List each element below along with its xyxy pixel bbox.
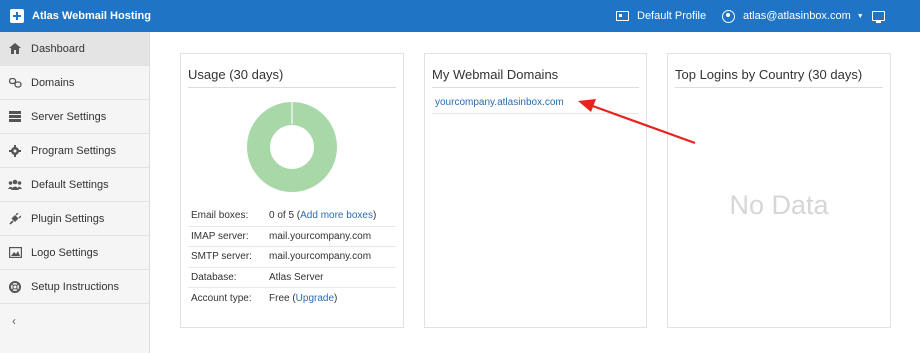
profile-label: Default Profile: [637, 10, 707, 22]
user-icon: [722, 9, 735, 23]
sidebar-item-label: Program Settings: [31, 144, 116, 157]
display-mode-button[interactable]: [872, 0, 885, 32]
gear-icon: [8, 144, 22, 158]
add-more-boxes-link[interactable]: Add more boxes: [300, 210, 373, 221]
account-type-value: Free (Upgrade): [269, 293, 337, 304]
sidebar-item-dashboard[interactable]: Dashboard: [0, 32, 149, 66]
email-boxes-value: 0 of 5 (Add more boxes): [269, 210, 376, 221]
table-row: Email boxes: 0 of 5 (Add more boxes): [188, 206, 396, 227]
logins-panel-title: Top Logins by Country (30 days): [675, 67, 863, 82]
lifebuoy-icon: [8, 280, 22, 294]
usage-info-table: Email boxes: 0 of 5 (Add more boxes) IMA…: [188, 206, 396, 309]
sidebar-collapse-button[interactable]: ‹: [0, 304, 149, 338]
account-menu[interactable]: atlas@atlasinbox.com ▼: [722, 0, 864, 32]
account-email: atlas@atlasinbox.com: [743, 10, 851, 22]
domain-link[interactable]: yourcompany.atlasinbox.com: [435, 97, 564, 108]
divider: [188, 87, 396, 88]
annotation-arrow: [578, 99, 696, 145]
id-card-icon: [616, 11, 629, 21]
database-value: Atlas Server: [269, 271, 324, 283]
sidebar-item-label: Logo Settings: [31, 246, 99, 259]
plus-logo-icon: [10, 9, 24, 23]
usage-donut-chart: [247, 102, 337, 192]
smtp-server-label: SMTP server:: [191, 251, 252, 263]
sidebar-item-label: Plugin Settings: [31, 212, 105, 225]
account-type-label: Account type:: [191, 292, 252, 304]
paren-close: ): [372, 210, 377, 222]
imap-server-value: mail.yourcompany.com: [269, 230, 372, 242]
database-label: Database:: [191, 271, 237, 283]
brand[interactable]: Atlas Webmail Hosting: [10, 0, 151, 32]
arrow-shaft: [589, 103, 696, 145]
no-data-message: No Data: [729, 190, 829, 220]
monitor-icon: [872, 11, 885, 23]
divider: [675, 87, 883, 88]
sidebar-item-plugin-settings[interactable]: Plugin Settings: [0, 202, 149, 236]
sidebar: Dashboard Domains Server Settings Progra…: [0, 32, 150, 353]
sidebar-item-logo-settings[interactable]: Logo Settings: [0, 236, 149, 270]
email-boxes-label: Email boxes:: [191, 210, 249, 222]
sidebar-item-program-settings[interactable]: Program Settings: [0, 134, 149, 168]
image-icon: [8, 246, 22, 260]
sidebar-item-label: Server Settings: [31, 110, 107, 123]
top-logins-panel: Top Logins by Country (30 days) No Data: [667, 53, 891, 328]
sidebar-item-label: Domains: [31, 76, 75, 89]
usage-panel-title: Usage (30 days): [188, 67, 284, 82]
sidebar-item-label: Setup Instructions: [31, 280, 120, 293]
sidebar-item-default-settings[interactable]: Default Settings: [0, 168, 149, 202]
caret-down-icon: ▼: [856, 12, 864, 20]
paren-close: ): [334, 292, 338, 304]
chevron-left-icon: ‹: [12, 314, 16, 328]
sidebar-item-server-settings[interactable]: Server Settings: [0, 100, 149, 134]
users-icon: [8, 178, 22, 192]
table-row: SMTP server: mail.yourcompany.com: [188, 247, 396, 268]
smtp-server-value: mail.yourcompany.com: [269, 251, 372, 263]
email-boxes-count: 0 of 5 (: [269, 210, 301, 222]
server-icon: [8, 110, 22, 124]
table-row: Account type: Free (Upgrade): [188, 288, 396, 309]
link-icon: [8, 76, 22, 90]
top-bar: Atlas Webmail Hosting Default Profile at…: [0, 0, 920, 32]
arrow-head: [578, 99, 596, 112]
plug-icon: [8, 212, 22, 226]
home-icon: [8, 42, 22, 56]
account-type-text: Free (: [269, 292, 296, 304]
domains-panel-title: My Webmail Domains: [432, 67, 559, 82]
divider: [432, 87, 639, 88]
app-title: Atlas Webmail Hosting: [32, 10, 151, 22]
usage-panel: Usage (30 days) Email boxes: 0 of 5 (Add…: [180, 53, 404, 328]
sidebar-item-domains[interactable]: Domains: [0, 66, 149, 100]
default-profile-button[interactable]: Default Profile: [616, 0, 706, 32]
upgrade-link[interactable]: Upgrade: [296, 293, 334, 304]
table-row: Database: Atlas Server: [188, 268, 396, 288]
sidebar-item-label: Dashboard: [31, 42, 85, 55]
imap-server-label: IMAP server:: [191, 230, 249, 242]
table-row: IMAP server: mail.yourcompany.com: [188, 227, 396, 247]
sidebar-item-setup-instructions[interactable]: Setup Instructions: [0, 270, 149, 304]
sidebar-item-label: Default Settings: [31, 178, 109, 191]
